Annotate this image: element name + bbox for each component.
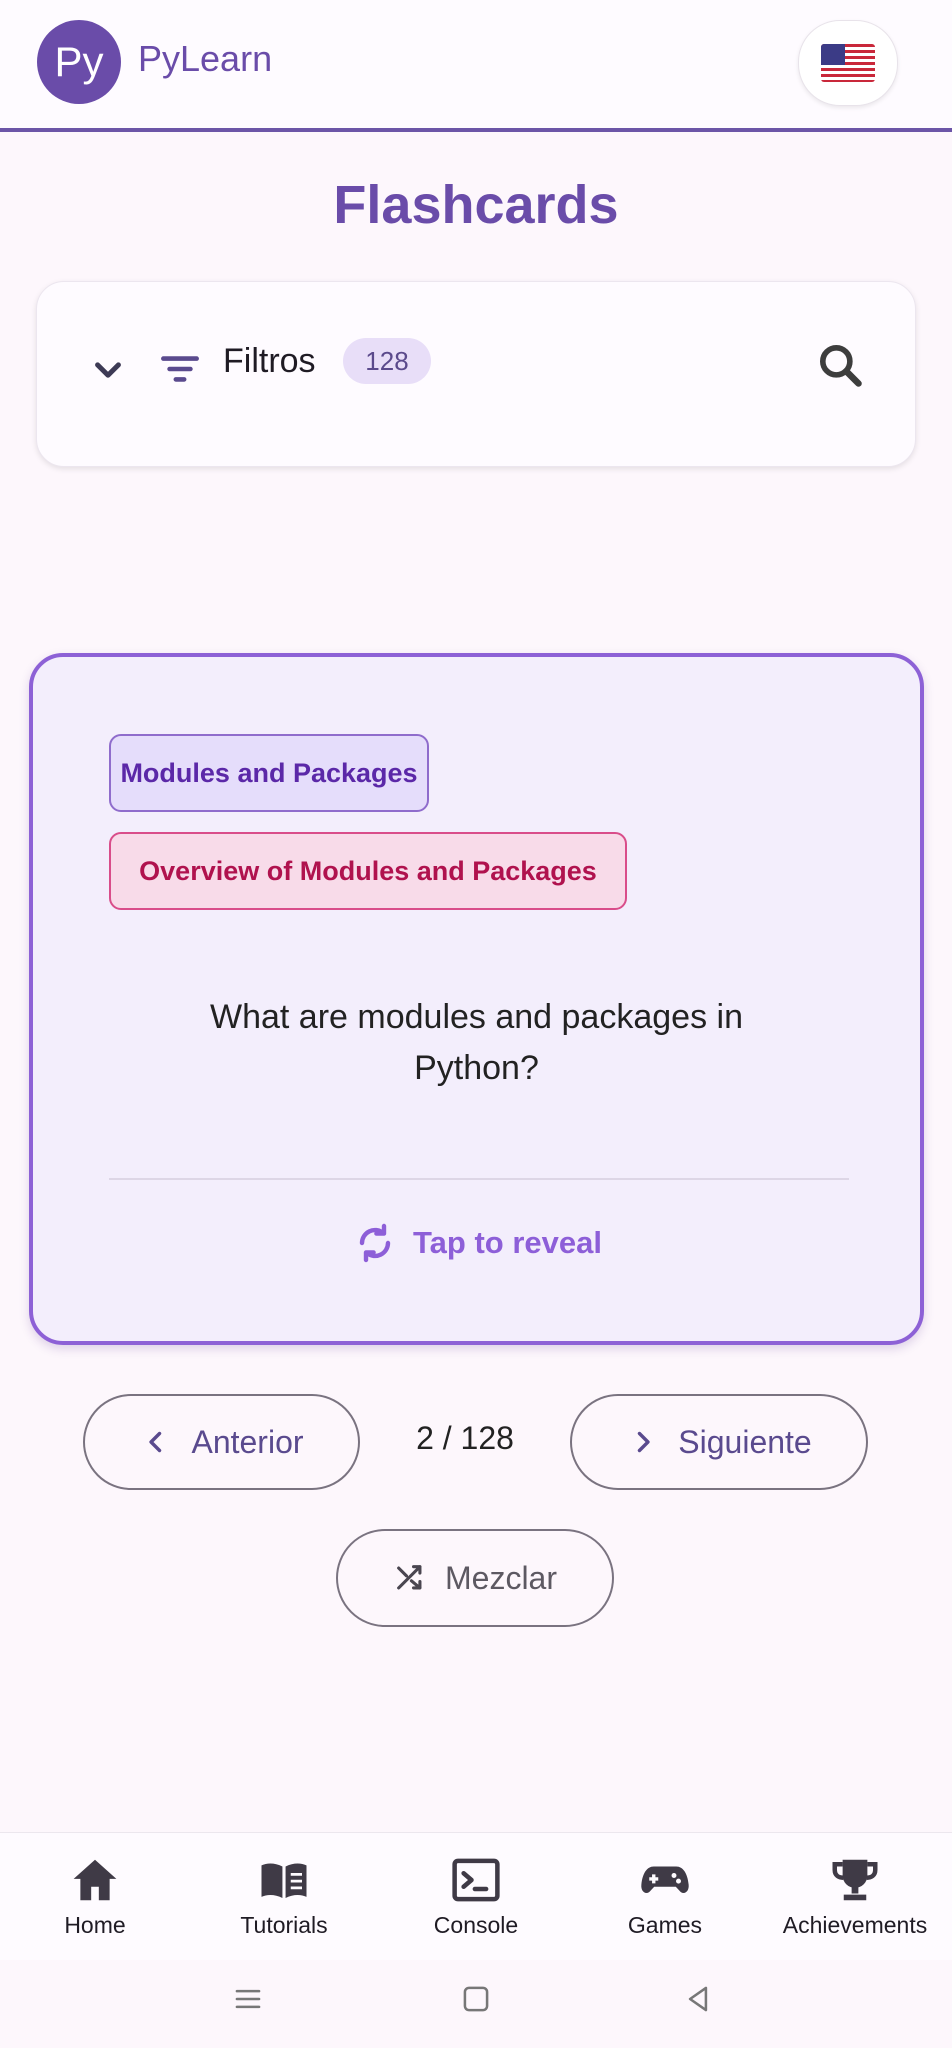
filter-icon <box>161 356 199 382</box>
page-title: Flashcards <box>333 175 619 235</box>
app-name: PyLearn <box>138 38 273 79</box>
filters-count-badge: 128 <box>343 338 431 384</box>
us-flag-icon <box>821 44 875 82</box>
chevron-down-icon[interactable] <box>83 344 133 394</box>
nav-console[interactable]: Console <box>425 1833 527 1961</box>
logo-text: Py <box>54 38 104 85</box>
shuffle-label: Mezclar <box>444 1559 557 1596</box>
shuffle-icon <box>397 1565 422 1590</box>
terminal-icon <box>452 1858 500 1902</box>
nav-tutorials[interactable]: Tutorials <box>234 1833 334 1961</box>
chevron-right-icon <box>638 1431 650 1453</box>
bottom-navigation: Home Tutorials Console Games Achievement… <box>0 1832 952 1961</box>
gamepad-icon <box>641 1866 689 1893</box>
flip-icon <box>359 1223 391 1263</box>
next-label: Siguiente <box>678 1423 812 1460</box>
nav-home[interactable]: Home <box>60 1833 130 1961</box>
trophy-icon <box>832 1859 878 1901</box>
flashcard[interactable]: Modules and Packages Overview of Modules… <box>29 653 924 1345</box>
card-counter: 2 / 128 <box>416 1420 514 1456</box>
previous-button[interactable]: Anterior <box>83 1394 360 1490</box>
subtopic-tag: Overview of Modules and Packages <box>109 832 627 910</box>
nav-home-label: Home <box>64 1912 126 1938</box>
nav-console-label: Console <box>433 1912 519 1938</box>
previous-label: Anterior <box>191 1423 304 1460</box>
search-icon[interactable] <box>813 338 869 394</box>
nav-achievements-label: Achievements <box>782 1912 928 1938</box>
home-icon <box>73 1859 117 1901</box>
system-navigation-bar <box>0 1960 952 2048</box>
back-icon[interactable] <box>679 1980 717 2018</box>
menu-icon[interactable] <box>229 1980 267 2018</box>
nav-games[interactable]: Games <box>624 1833 706 1961</box>
nav-achievements[interactable]: Achievements <box>775 1833 935 1961</box>
filters-label[interactable]: Filtros <box>223 342 316 381</box>
shuffle-button[interactable]: Mezclar <box>336 1529 614 1627</box>
filters-panel: Filtros 128 <box>36 281 916 467</box>
home-square-icon[interactable] <box>457 1980 495 2018</box>
book-icon <box>261 1863 307 1898</box>
nav-games-label: Games <box>627 1912 703 1938</box>
language-button[interactable] <box>798 20 898 106</box>
app-logo[interactable]: Py <box>37 20 121 104</box>
reveal-label: Tap to reveal <box>413 1225 602 1260</box>
next-button[interactable]: Siguiente <box>570 1394 868 1490</box>
app-bar: Py PyLearn <box>0 0 952 132</box>
topic-tag: Modules and Packages <box>109 734 429 812</box>
chevron-left-icon <box>149 1431 162 1453</box>
nav-tutorials-label: Tutorials <box>240 1912 328 1938</box>
tap-to-reveal[interactable]: Tap to reveal <box>33 1219 920 1267</box>
flashcard-question: What are modules and packages in Python? <box>210 998 743 1087</box>
divider <box>109 1178 849 1180</box>
